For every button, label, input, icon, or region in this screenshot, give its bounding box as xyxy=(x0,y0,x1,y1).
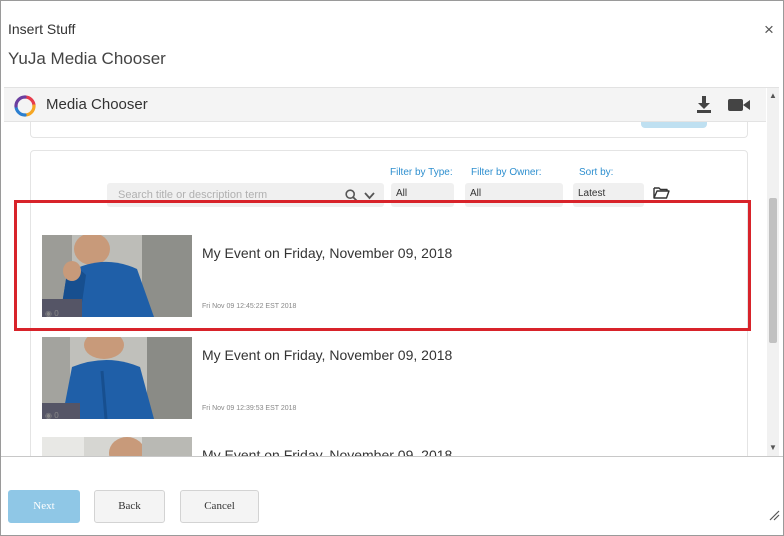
footer-divider xyxy=(1,456,783,457)
filter-type-select[interactable]: All xyxy=(391,183,454,207)
resize-grip-icon[interactable] xyxy=(768,509,780,521)
close-icon[interactable]: × xyxy=(764,21,774,38)
upload-panel xyxy=(30,122,748,138)
download-icon[interactable] xyxy=(694,94,714,114)
filter-owner-label: Filter by Owner: xyxy=(471,167,542,178)
media-item[interactable]: ◉ 0 My Event on Friday, November 09, 201… xyxy=(31,235,749,327)
view-count-value: 0 xyxy=(54,411,59,420)
next-button[interactable]: Next xyxy=(8,490,80,523)
search-box xyxy=(107,183,384,207)
yuja-logo-icon xyxy=(14,95,36,117)
chooser-title: Media Chooser xyxy=(46,96,148,113)
filter-owner-select[interactable]: All xyxy=(465,183,563,207)
media-date: Fri Nov 09 12:39:53 EST 2018 xyxy=(202,405,297,412)
upload-panel-button[interactable] xyxy=(641,122,707,128)
view-count-value: 0 xyxy=(54,309,59,318)
scroll-down-icon[interactable]: ▼ xyxy=(769,444,777,452)
filter-type-label: Filter by Type: xyxy=(390,167,453,178)
view-count: ◉ 0 xyxy=(45,411,59,420)
back-button[interactable]: Back xyxy=(94,490,165,523)
dialog-title: Insert Stuff xyxy=(8,21,76,37)
media-thumbnail[interactable] xyxy=(42,235,192,317)
media-title[interactable]: My Event on Friday, November 09, 2018 xyxy=(202,245,452,261)
media-title[interactable]: My Event on Friday, November 09, 2018 xyxy=(202,447,452,456)
chooser-header: Media Chooser xyxy=(4,88,766,122)
chevron-down-icon[interactable] xyxy=(364,191,375,200)
cancel-button[interactable]: Cancel xyxy=(180,490,259,523)
dialog: Insert Stuff YuJa Media Chooser × Media … xyxy=(0,0,784,536)
search-input[interactable] xyxy=(107,183,337,207)
media-item[interactable]: ◉ 0 My Event on Friday, November 09, 201… xyxy=(31,337,749,429)
scrollbar-thumb[interactable] xyxy=(769,198,777,343)
search-icon[interactable] xyxy=(345,189,358,202)
sort-by-label: Sort by: xyxy=(579,167,614,178)
media-item[interactable]: My Event on Friday, November 09, 2018 xyxy=(31,437,749,456)
media-list-panel: Filter by Type: All Filter by Owner: All… xyxy=(30,150,748,456)
media-thumbnail[interactable] xyxy=(42,437,192,456)
media-date: Fri Nov 09 12:45:22 EST 2018 xyxy=(202,303,297,310)
media-title[interactable]: My Event on Friday, November 09, 2018 xyxy=(202,347,452,363)
media-chooser-panel: Media Chooser ▲ ▼ Search title or descri… xyxy=(4,87,779,456)
dialog-subtitle: YuJa Media Chooser xyxy=(8,49,166,68)
scroll-up-icon[interactable]: ▲ xyxy=(769,92,777,100)
view-count: ◉ 0 xyxy=(45,309,59,318)
folder-icon[interactable] xyxy=(653,186,670,199)
sort-by-select[interactable]: Latest xyxy=(573,183,644,207)
video-camera-icon[interactable] xyxy=(727,96,751,114)
scrollbar[interactable]: ▲ ▼ xyxy=(767,88,779,456)
media-thumbnail[interactable] xyxy=(42,337,192,419)
